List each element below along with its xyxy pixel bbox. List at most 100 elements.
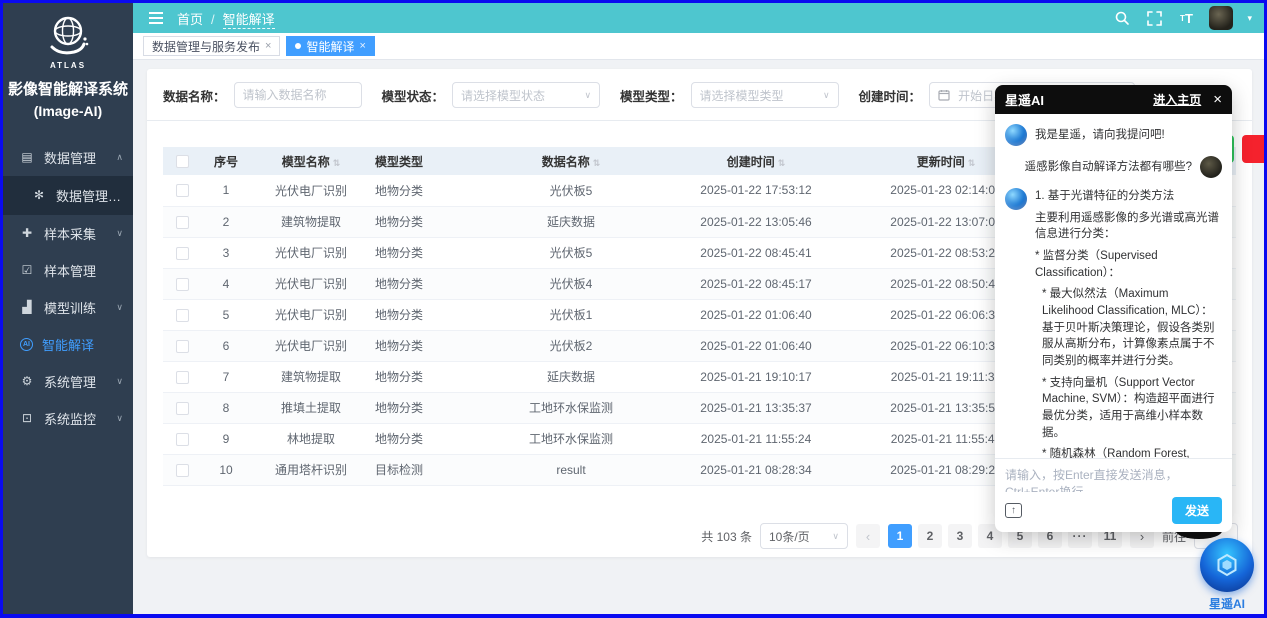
sort-icon[interactable]: ⇅	[333, 158, 341, 168]
cell-model-name: 光伏电厂识别	[251, 268, 371, 299]
answer-paragraph: * 随机森林（Random Forest, RF）：集成多个决策树进行分类，具有…	[1035, 446, 1222, 458]
enter-home-link[interactable]: 进入主页	[1153, 91, 1201, 108]
bot-greeting: 我是星遥，请向我提问吧!	[1035, 127, 1165, 146]
cell-index: 7	[201, 361, 251, 392]
tab-bar: 数据管理与服务发布 × 智能解译 ×	[133, 33, 1264, 60]
sidebar-item-icon: ⚙	[19, 374, 35, 388]
send-button[interactable]: 发送	[1172, 497, 1222, 524]
cell-model-name: 林地提取	[251, 423, 371, 454]
bot-answer-message: 1. 基于光谱特征的分类方法 主要利用遥感影像的多光谱或高光谱信息进行分类： *…	[1005, 188, 1222, 458]
cell-created: 2025-01-22 01:06:40	[661, 330, 851, 361]
sidebar-item[interactable]: ▤ 数据管理 ∧	[3, 139, 133, 176]
cell-model-type: 地物分类	[371, 206, 481, 237]
row-checkbox[interactable]	[176, 216, 189, 229]
cell-model-type: 地物分类	[371, 361, 481, 392]
sidebar-item-icon: ▤	[19, 150, 35, 164]
col-header-created[interactable]: 创建时间⇅	[661, 147, 851, 175]
ai-logo-icon	[1200, 538, 1254, 592]
sidebar-item[interactable]: ☑ 样本管理	[3, 252, 133, 289]
row-select-cell	[163, 454, 201, 485]
sort-icon[interactable]: ⇅	[593, 158, 601, 168]
cell-model-type: 地物分类	[371, 330, 481, 361]
page-number[interactable]: 3	[948, 524, 972, 548]
chevron-down-icon: ∨	[832, 531, 839, 542]
model-type-label: 模型类型：	[620, 86, 683, 105]
cell-model-name: 光伏电厂识别	[251, 330, 371, 361]
cell-index: 9	[201, 423, 251, 454]
cell-index: 5	[201, 299, 251, 330]
row-select-cell	[163, 423, 201, 454]
page-number[interactable]: 2	[918, 524, 942, 548]
prev-page-button[interactable]: ‹	[856, 524, 880, 548]
user-avatar[interactable]	[1209, 6, 1233, 30]
breadcrumb: 首页/智能解译	[177, 9, 275, 28]
close-icon[interactable]: ×	[265, 40, 271, 52]
sidebar-item[interactable]: ⚙ 系统管理 ∨	[3, 363, 133, 400]
answer-paragraph: * 最大似然法（Maximum Likelihood Classificatio…	[1035, 286, 1222, 369]
sidebar-item-icon: ⊡	[19, 411, 35, 425]
sidebar-item[interactable]: ▟ 模型训练 ∨	[3, 289, 133, 326]
row-checkbox[interactable]	[176, 247, 189, 260]
view-tab[interactable]: 数据管理与服务发布 ×	[143, 36, 280, 56]
cell-created: 2025-01-22 01:06:40	[661, 299, 851, 330]
sort-icon[interactable]: ⇅	[778, 158, 786, 168]
row-checkbox[interactable]	[176, 309, 189, 322]
breadcrumb-current[interactable]: 智能解译	[223, 12, 275, 29]
sidebar-item-icon: ☑	[19, 263, 35, 277]
row-checkbox[interactable]	[176, 402, 189, 415]
model-status-select[interactable]: 请选择模型状态 ∨	[452, 82, 600, 108]
tab-label: 智能解译	[306, 38, 354, 55]
page-size-select[interactable]: 10条/页 ∨	[760, 523, 848, 549]
fullscreen-icon[interactable]	[1145, 9, 1163, 27]
row-checkbox[interactable]	[176, 278, 189, 291]
sidebar-item[interactable]: AI 智能解译	[3, 326, 133, 363]
ai-assistant-float-button[interactable]: 星遥AI	[1197, 538, 1257, 612]
topbar: 首页/智能解译 TT ▾	[133, 3, 1264, 33]
atlas-logo: ATLAS	[3, 3, 133, 70]
cell-index: 6	[201, 330, 251, 361]
font-size-icon[interactable]: TT	[1177, 9, 1195, 27]
col-header-model-name[interactable]: 模型名称⇅	[251, 147, 371, 175]
bot-avatar	[1005, 188, 1027, 210]
sidebar-menu: ▤ 数据管理 ∧ ✻ 数据管理与... ✚ 样本采集 ∨ ☑	[3, 139, 133, 437]
sidebar-item[interactable]: ✚ 样本采集 ∨	[3, 215, 133, 252]
row-checkbox[interactable]	[176, 340, 189, 353]
cell-data-name: 延庆数据	[481, 361, 661, 392]
cell-index: 8	[201, 392, 251, 423]
select-all-checkbox[interactable]	[176, 155, 189, 168]
breadcrumb-home[interactable]: 首页	[177, 12, 203, 27]
app-title: 影像智能解译系统 (Image-AI)	[3, 78, 133, 123]
cell-created: 2025-01-21 08:28:34	[661, 454, 851, 485]
search-icon[interactable]	[1113, 9, 1131, 27]
row-checkbox[interactable]	[176, 433, 189, 446]
upload-file-icon[interactable]: ↑	[1005, 503, 1022, 518]
col-header-data-name[interactable]: 数据名称⇅	[481, 147, 661, 175]
view-tab[interactable]: 智能解译 ×	[286, 36, 374, 56]
close-icon[interactable]: ×	[359, 40, 365, 52]
caret-down-icon[interactable]: ▾	[1247, 13, 1252, 24]
sidebar-item-icon: AI	[20, 338, 33, 351]
sidebar: ATLAS 影像智能解译系统 (Image-AI) ▤ 数据管理 ∧ ✻ 数据管…	[3, 3, 133, 614]
model-type-select[interactable]: 请选择模型类型 ∨	[691, 82, 839, 108]
sidebar-item-label: 智能解译	[42, 335, 123, 354]
create-time-label: 创建时间：	[859, 86, 922, 105]
sidebar-item[interactable]: ⊡ 系统监控 ∨	[3, 400, 133, 437]
menu-fold-icon[interactable]	[149, 17, 163, 19]
close-icon[interactable]: ×	[1213, 92, 1222, 107]
chat-message-input[interactable]	[1005, 466, 1222, 492]
model-status-label: 模型状态：	[382, 86, 445, 105]
row-checkbox[interactable]	[176, 371, 189, 384]
row-checkbox[interactable]	[176, 184, 189, 197]
sidebar-item[interactable]: ✻ 数据管理与...	[3, 176, 133, 215]
sort-icon[interactable]: ⇅	[968, 158, 976, 168]
data-name-input[interactable]	[234, 82, 362, 108]
cell-data-name: result	[481, 454, 661, 485]
sidebar-item-label: 模型训练	[44, 298, 116, 317]
sidebar-item-label: 样本采集	[44, 224, 116, 243]
cell-model-type: 地物分类	[371, 299, 481, 330]
row-checkbox[interactable]	[176, 464, 189, 477]
action-button-red[interactable]	[1242, 135, 1264, 163]
page-number[interactable]: 1	[888, 524, 912, 548]
total-count: 共 103 条	[701, 528, 752, 545]
cell-model-type: 目标检测	[371, 454, 481, 485]
